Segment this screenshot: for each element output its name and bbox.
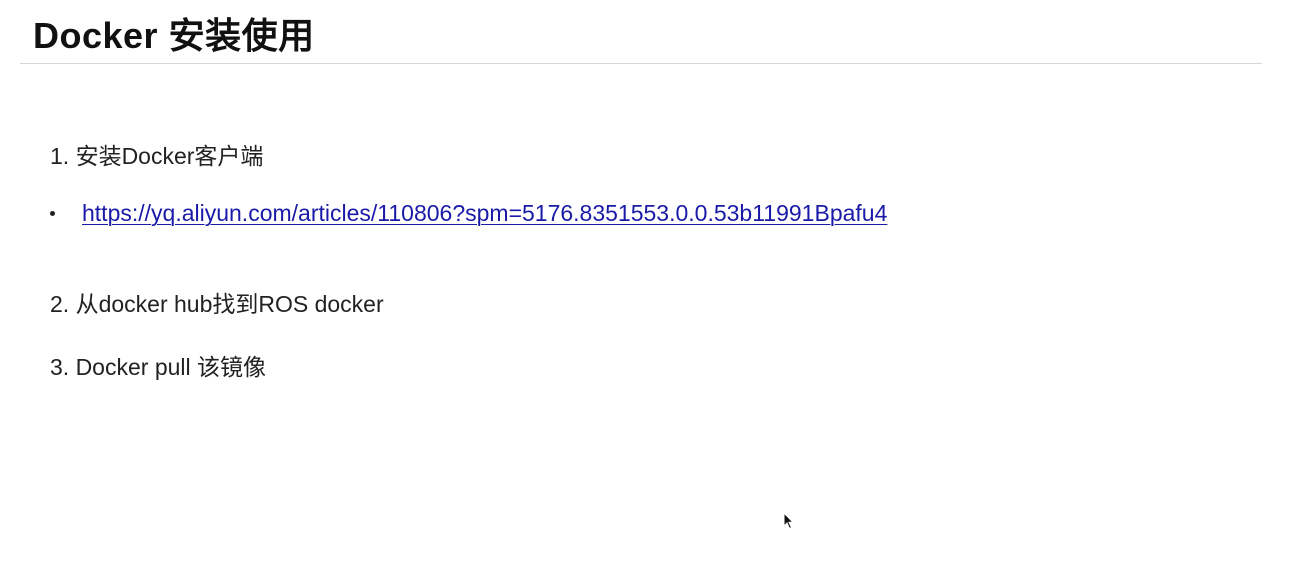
bullet-icon: [50, 211, 55, 216]
docker-install-link[interactable]: https://yq.aliyun.com/articles/110806?sp…: [82, 198, 887, 228]
mouse-pointer-icon: [783, 512, 795, 530]
title-divider: [20, 63, 1262, 64]
step-2: 2. 从docker hub找到ROS docker: [50, 291, 384, 317]
step-1: 1. 安装Docker客户端: [50, 143, 264, 169]
slide-title: Docker 安装使用: [33, 15, 315, 56]
slide: Docker 安装使用 1. 安装Docker客户端 https://yq.al…: [0, 0, 1308, 583]
step-3: 3. Docker pull 该镜像: [50, 354, 267, 380]
